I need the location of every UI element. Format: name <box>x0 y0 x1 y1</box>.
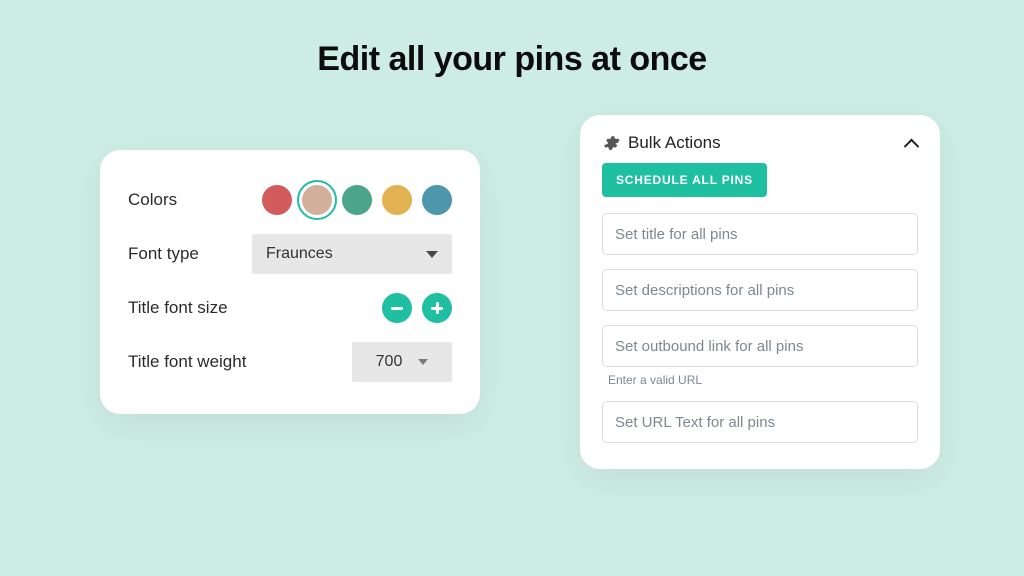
outbound-link-helper: Enter a valid URL <box>608 373 918 387</box>
color-swatch-1[interactable] <box>262 185 292 215</box>
increase-font-size-button[interactable] <box>422 293 452 323</box>
font-type-label: Font type <box>128 244 199 264</box>
bulk-actions-card: Bulk Actions SCHEDULE ALL PINS Set title… <box>580 115 940 469</box>
caret-down-icon <box>418 359 428 365</box>
title-font-weight-row: Title font weight 700 <box>128 338 452 386</box>
style-settings-card: Colors Font type Fraunces Title font siz… <box>100 150 480 414</box>
bulk-actions-title-wrap: Bulk Actions <box>602 133 721 153</box>
title-font-size-row: Title font size <box>128 284 452 332</box>
bulk-actions-header[interactable]: Bulk Actions <box>602 133 918 153</box>
color-swatch-2[interactable] <box>302 185 332 215</box>
font-type-select[interactable]: Fraunces <box>252 234 452 274</box>
schedule-all-pins-button[interactable]: SCHEDULE ALL PINS <box>602 163 767 197</box>
title-font-weight-value: 700 <box>376 353 403 371</box>
title-font-weight-label: Title font weight <box>128 352 246 372</box>
title-font-size-label: Title font size <box>128 298 228 318</box>
color-swatch-3[interactable] <box>342 185 372 215</box>
gear-icon <box>602 134 620 152</box>
decrease-font-size-button[interactable] <box>382 293 412 323</box>
colors-label: Colors <box>128 190 177 210</box>
outbound-link-group: Set outbound link for all pins Enter a v… <box>602 325 918 443</box>
bulk-actions-title: Bulk Actions <box>628 133 721 153</box>
caret-down-icon <box>426 251 438 258</box>
title-font-weight-select[interactable]: 700 <box>352 342 452 382</box>
set-descriptions-input[interactable]: Set descriptions for all pins <box>602 269 918 311</box>
colors-row: Colors <box>128 176 452 224</box>
font-type-value: Fraunces <box>266 245 333 263</box>
set-outbound-link-input[interactable]: Set outbound link for all pins <box>602 325 918 367</box>
set-title-input[interactable]: Set title for all pins <box>602 213 918 255</box>
color-swatch-4[interactable] <box>382 185 412 215</box>
color-swatch-5[interactable] <box>422 185 452 215</box>
color-swatch-group <box>262 185 452 215</box>
font-type-row: Font type Fraunces <box>128 230 452 278</box>
title-font-size-stepper <box>382 293 452 323</box>
page-headline: Edit all your pins at once <box>0 40 1024 79</box>
chevron-up-icon <box>904 136 918 150</box>
set-url-text-input[interactable]: Set URL Text for all pins <box>602 401 918 443</box>
